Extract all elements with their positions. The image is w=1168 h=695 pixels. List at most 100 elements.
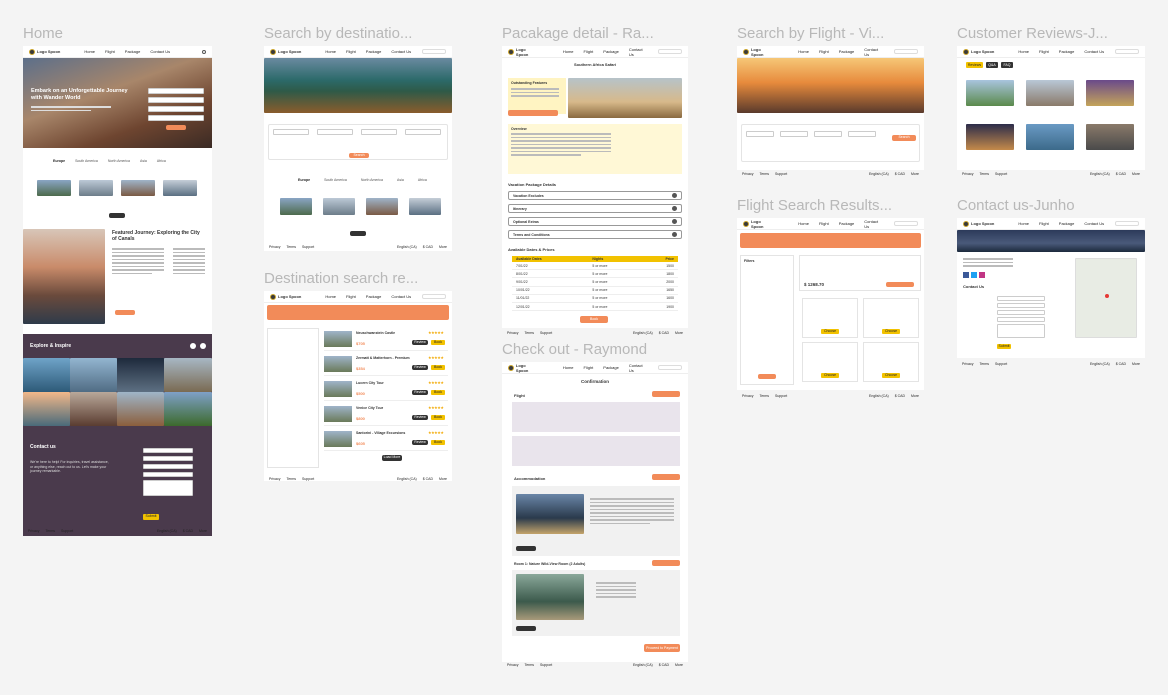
nav-contact[interactable]: Contact Us — [629, 363, 648, 373]
tab-europe[interactable]: Europe — [53, 159, 65, 163]
check-availability-button[interactable] — [508, 110, 558, 116]
footer-lang[interactable]: English (CA) — [633, 331, 653, 335]
explore-image[interactable] — [70, 392, 117, 426]
change-room-button[interactable] — [652, 560, 680, 566]
result-row[interactable]: Venice City Tour $800 ★★★★★ Review Book — [324, 404, 448, 426]
tab-north-america[interactable]: North America — [108, 159, 130, 163]
table-row[interactable]: 10/01/22 5 or more 1650 — [512, 286, 678, 295]
tab-africa[interactable]: Africa — [157, 159, 166, 163]
footer-terms[interactable]: Terms — [979, 172, 989, 176]
nav-home[interactable]: Home — [325, 49, 336, 54]
nav-flight[interactable]: Flight — [1039, 49, 1049, 54]
footer-lang[interactable]: English (CA) — [869, 394, 889, 398]
footer-lang[interactable]: English (CA) — [397, 245, 417, 249]
review-button[interactable]: Review — [412, 440, 428, 445]
explore-image[interactable] — [117, 358, 164, 392]
nav-package[interactable]: Package — [839, 221, 855, 226]
book-button[interactable]: Book — [431, 340, 445, 345]
footer-currency[interactable]: $ CAD — [1116, 362, 1126, 366]
search-input[interactable] — [422, 49, 446, 54]
frame-search-flight[interactable]: Logo Spoon Home Flight Package Contact Us S… — [737, 46, 924, 170]
twitter-icon[interactable] — [971, 272, 977, 278]
nav-contact[interactable]: Contact Us — [1084, 221, 1104, 226]
search-input[interactable] — [658, 365, 682, 370]
footer-lang[interactable]: English (CA) — [1090, 172, 1110, 176]
footer-privacy[interactable]: Privacy — [269, 245, 280, 249]
footer-privacy[interactable]: Privacy — [269, 477, 280, 481]
dest-card-image[interactable] — [323, 198, 355, 215]
choose-button[interactable]: Choose — [882, 329, 900, 334]
nav-home[interactable]: Home — [84, 49, 95, 54]
nav-contact[interactable]: Contact Us — [150, 49, 170, 54]
dest-card-image[interactable] — [121, 180, 155, 196]
flight-search-bar[interactable] — [740, 233, 921, 248]
nav-home[interactable]: Home — [798, 49, 809, 54]
instagram-icon[interactable] — [979, 272, 985, 278]
footer-lang[interactable]: English (CA) — [1090, 362, 1110, 366]
tab-asia[interactable]: Asia — [140, 159, 147, 163]
footer-currency[interactable]: $ CAD — [423, 245, 433, 249]
tab-reviews[interactable]: Reviews — [966, 62, 983, 68]
footer-privacy[interactable]: Privacy — [28, 529, 39, 533]
explore-image[interactable] — [164, 358, 212, 392]
facebook-icon[interactable] — [963, 272, 969, 278]
nav-flight[interactable]: Flight — [105, 49, 115, 54]
nav-home[interactable]: Home — [563, 365, 574, 370]
search-input[interactable] — [894, 221, 918, 226]
dest-card-image[interactable] — [163, 180, 197, 196]
chevron-down-icon[interactable] — [672, 206, 677, 211]
frame-dest-results[interactable]: Logo Spoon Home Flight Package Contact Us N… — [264, 291, 452, 481]
footer-support[interactable]: Support — [775, 394, 787, 398]
logo[interactable]: Logo Spoon — [270, 48, 301, 55]
footer-support[interactable]: Support — [995, 362, 1007, 366]
contact-form[interactable] — [997, 296, 1045, 338]
contact-submit-button[interactable]: Submit — [997, 344, 1011, 349]
footer-terms[interactable]: Terms — [524, 331, 534, 335]
search-input[interactable] — [894, 49, 918, 54]
explore-image[interactable] — [70, 358, 117, 392]
logo[interactable]: Logo Spoon — [963, 48, 994, 55]
nav-home[interactable]: Home — [1018, 221, 1029, 226]
flight-option-card[interactable]: Choose — [863, 298, 919, 338]
nav-flight[interactable]: Flight — [346, 49, 356, 54]
chevron-down-icon[interactable] — [672, 193, 677, 198]
frame-checkout[interactable]: Logo Spoon Home Flight Package Contact Us C… — [502, 362, 688, 662]
load-more-button[interactable] — [350, 231, 366, 236]
nav-flight[interactable]: Flight — [346, 294, 356, 299]
footer-more[interactable]: More — [911, 172, 919, 176]
search-button[interactable]: Search — [892, 135, 916, 141]
footer-support[interactable]: Support — [775, 172, 787, 176]
book-button[interactable]: Book — [580, 316, 608, 323]
filter-panel[interactable]: Filters — [740, 255, 794, 385]
footer-more[interactable]: More — [911, 394, 919, 398]
footer-currency[interactable]: $ CAD — [659, 331, 669, 335]
review-button[interactable]: Review — [412, 415, 428, 420]
nav-contact[interactable]: Contact Us — [629, 47, 648, 57]
explore-image[interactable] — [23, 392, 70, 426]
footer-terms[interactable]: Terms — [759, 394, 769, 398]
frame-contact[interactable]: Logo Spoon Home Flight Package Contact Us C… — [957, 218, 1145, 358]
explore-image[interactable] — [117, 392, 164, 426]
review-image[interactable] — [1026, 80, 1074, 106]
footer-privacy[interactable]: Privacy — [742, 394, 753, 398]
result-row[interactable]: Zermatt & Matterhorn - Premium $354 ★★★★★ R… — [324, 354, 448, 376]
book-button[interactable]: Book — [431, 365, 445, 370]
table-row[interactable]: 9/01/22 5 or more 2000 — [512, 277, 678, 287]
footer-currency[interactable]: $ CAD — [1116, 172, 1126, 176]
footer-terms[interactable]: Terms — [979, 362, 989, 366]
footer-currency[interactable]: $ CAD — [895, 394, 905, 398]
footer-support[interactable]: Support — [540, 663, 552, 667]
prev-icon[interactable] — [190, 343, 196, 349]
hero-form[interactable] — [148, 88, 204, 138]
dest-card-image[interactable] — [280, 198, 312, 215]
footer-support[interactable]: Support — [995, 172, 1007, 176]
footer-currency[interactable]: $ CAD — [423, 477, 433, 481]
frame-reviews[interactable]: Logo Spoon Home Flight Package Contact Us R… — [957, 46, 1145, 170]
nav-home[interactable]: Home — [325, 294, 336, 299]
flight-search-form[interactable]: Search — [741, 124, 920, 162]
dest-card-image[interactable] — [79, 180, 113, 196]
footer-currency[interactable]: $ CAD — [895, 172, 905, 176]
change-flight-button[interactable] — [652, 391, 680, 397]
featured-button[interactable] — [115, 310, 135, 315]
search-button[interactable]: Search — [349, 153, 369, 158]
